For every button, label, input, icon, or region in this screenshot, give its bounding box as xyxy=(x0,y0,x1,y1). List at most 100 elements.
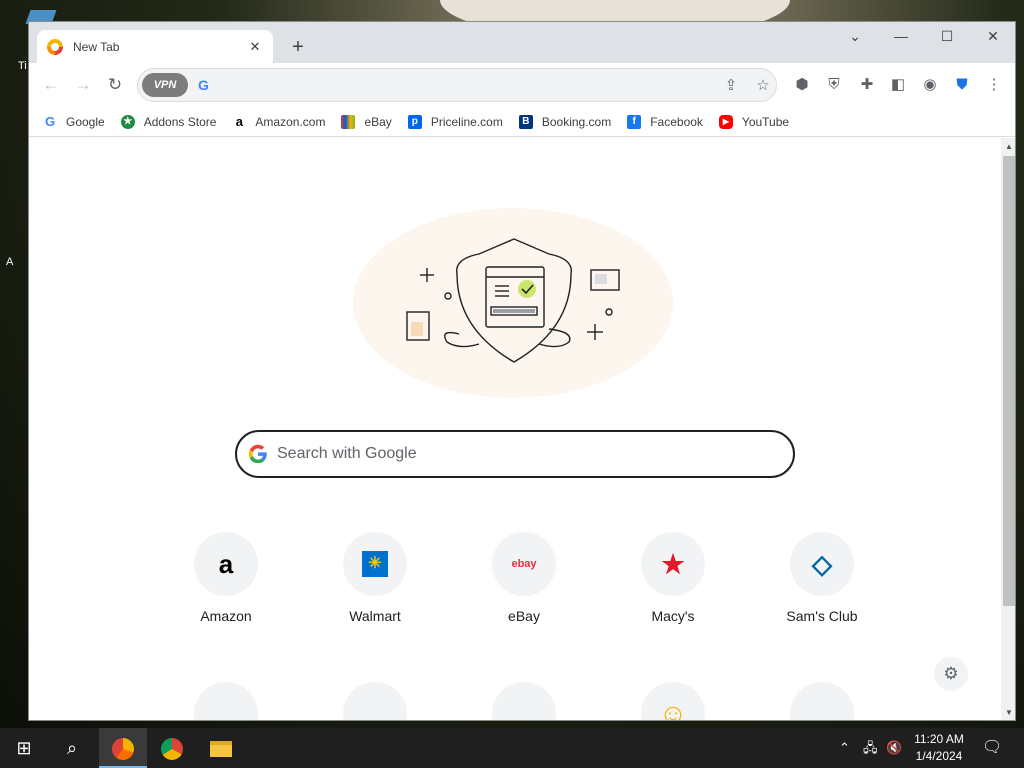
shield-illustration-icon xyxy=(406,238,620,363)
shortcut-gear-app-icon[interactable] xyxy=(194,682,258,720)
bookmark-amazon[interactable]: a Amazon.com xyxy=(232,114,326,129)
network-icon[interactable]: 🖧 xyxy=(863,728,878,768)
sams-club-diamond-icon: ◇ xyxy=(790,532,854,596)
shortcut-sams-club[interactable]: ◇ Sam's Club xyxy=(766,532,878,644)
desktop-partial-label: Ti xyxy=(18,60,27,72)
chrome-logo-icon xyxy=(161,738,183,761)
bookmarks-bar: G Google ★ Addons Store a Amazon.com eBa… xyxy=(29,107,1015,137)
bookmark-label: Priceline.com xyxy=(430,114,503,129)
macys-star-icon: ★ xyxy=(641,532,705,596)
bookmark-label: Google xyxy=(66,114,105,129)
folder-icon xyxy=(210,741,232,758)
forward-button[interactable]: → xyxy=(71,73,95,97)
scroll-thumb[interactable] xyxy=(1003,156,1015,606)
bookmark-label: Booking.com xyxy=(541,114,612,129)
address-bar[interactable]: VPN G ⇪ ☆ xyxy=(137,68,777,102)
volume-muted-icon[interactable]: 🔇 xyxy=(886,728,902,768)
shortcut-label: eBay xyxy=(508,608,540,624)
vpn-toggle[interactable]: VPN xyxy=(142,73,188,97)
browser-window: New Tab ✕ + ⌄ — ☐ ✕ ← → ↻ VPN G ⇪ ☆ ⬢ ⛨ … xyxy=(28,21,1016,721)
bookmark-google[interactable]: G Google xyxy=(43,113,105,129)
shortcut-label: Sam's Club xyxy=(786,608,858,624)
browser-logo-icon xyxy=(112,738,134,761)
share-icon[interactable]: ⇪ xyxy=(720,75,742,97)
shortcut-label: Walmart xyxy=(349,608,401,624)
taskbar-file-explorer-icon[interactable] xyxy=(197,728,245,768)
shortcut-walmart[interactable]: ✳ Walmart xyxy=(319,532,431,644)
walmart-tile-circle: ✳ xyxy=(343,532,407,596)
page-scrollbar[interactable]: ▲ ▼ xyxy=(1001,138,1015,720)
maximize-button[interactable]: ☐ xyxy=(924,22,970,50)
bookmark-star-icon[interactable]: ☆ xyxy=(752,75,774,97)
security-shield-check-icon[interactable]: ⛊ xyxy=(951,74,973,96)
tab-search-chevron-icon[interactable]: ⌄ xyxy=(832,22,878,50)
desktop-partial-label-2: A xyxy=(6,256,14,268)
bookmark-youtube[interactable]: ▶ YouTube xyxy=(718,114,790,129)
shortcut-label: Macy's xyxy=(651,608,695,624)
start-windows-icon[interactable]: ⊞ xyxy=(0,728,48,768)
ebay-bag-icon xyxy=(341,114,356,129)
bookmark-addons-store[interactable]: ★ Addons Store xyxy=(120,114,217,129)
back-button[interactable]: ← xyxy=(39,73,63,97)
bookmark-facebook[interactable]: f Facebook xyxy=(627,114,703,129)
google-g-icon: G xyxy=(43,113,57,129)
extension-privacy-icon[interactable]: ⛨ xyxy=(823,74,845,96)
addons-store-icon: ★ xyxy=(120,114,135,129)
bookmark-ebay[interactable]: eBay xyxy=(341,114,392,129)
browser-logo-icon xyxy=(47,38,63,55)
shortcut-mask-app-icon[interactable] xyxy=(343,682,407,720)
booking-b-icon: B xyxy=(518,114,533,129)
google-search-box[interactable]: Search with Google xyxy=(235,430,795,478)
bookmark-priceline[interactable]: p Priceline.com xyxy=(407,114,503,129)
taskbar-browser-app-icon[interactable] xyxy=(99,728,147,768)
shortcut-macys[interactable]: ★ Macy's xyxy=(617,532,729,644)
google-g-icon: G xyxy=(198,77,209,93)
shortcut-label: Amazon xyxy=(200,608,252,624)
priceline-p-icon: p xyxy=(407,114,422,129)
bookmark-label: eBay xyxy=(364,114,392,129)
facebook-f-icon: f xyxy=(627,114,642,129)
profile-avatar-icon[interactable]: ◉ xyxy=(919,74,941,96)
customize-settings-gear-icon[interactable]: ⚙ xyxy=(934,657,968,691)
browser-toolbar: ← → ↻ VPN G ⇪ ☆ ⬢ ⛨ ✚ ◧ ◉ ⛊ ⋮ xyxy=(29,63,1015,107)
walmart-spark-icon: ✳ xyxy=(362,551,388,577)
bookmark-label: YouTube xyxy=(741,114,790,129)
shortcut-ebay[interactable]: ebay eBay xyxy=(468,532,580,644)
side-panel-icon[interactable]: ◧ xyxy=(887,74,909,96)
amazon-a-icon: a xyxy=(232,114,247,129)
close-window-button[interactable]: ✕ xyxy=(970,22,1015,50)
extension-shield-icon[interactable]: ⬢ xyxy=(791,74,813,96)
reload-button[interactable]: ↻ xyxy=(103,73,127,97)
extensions-puzzle-icon[interactable]: ✚ xyxy=(856,74,878,96)
taskbar-clock[interactable]: 11:20 AM 1/4/2024 xyxy=(906,731,972,765)
bookmark-booking[interactable]: B Booking.com xyxy=(518,114,612,129)
minimize-button[interactable]: — xyxy=(878,22,924,50)
shortcut-computer-app-icon[interactable] xyxy=(492,682,556,720)
new-tab-button[interactable]: + xyxy=(285,34,311,60)
bookmark-label: Facebook xyxy=(650,114,703,129)
menu-kebab-icon[interactable]: ⋮ xyxy=(983,74,1005,96)
amazon-logo-icon: a xyxy=(194,532,258,596)
taskbar: ⊞ ⌕ ⌃ 🖧 🔇 11:20 AM 1/4/2024 🗨 xyxy=(0,728,1024,768)
tray-chevron-up-icon[interactable]: ⌃ xyxy=(839,728,850,768)
close-tab-icon[interactable]: ✕ xyxy=(247,39,263,55)
clock-date: 1/4/2024 xyxy=(915,749,963,763)
shortcut-smiley-icon[interactable]: ☺ xyxy=(641,682,705,720)
shortcut-ph-app-icon[interactable] xyxy=(790,682,854,720)
scroll-down-arrow-icon[interactable]: ▼ xyxy=(1004,708,1014,717)
bookmark-label: Addons Store xyxy=(143,114,217,129)
tab-new-tab[interactable]: New Tab ✕ xyxy=(37,30,273,63)
taskbar-chrome-icon[interactable] xyxy=(148,728,196,768)
youtube-play-icon: ▶ xyxy=(718,114,733,129)
bookmark-label: Amazon.com xyxy=(255,114,326,129)
notifications-icon[interactable]: 🗨 xyxy=(982,728,1002,768)
tab-title: New Tab xyxy=(73,39,120,54)
search-icon[interactable]: ⌕ xyxy=(48,728,96,768)
new-tab-page: Search with Google a Amazon ✳ Walmart eb… xyxy=(29,138,1001,720)
ebay-logo-icon: ebay xyxy=(492,532,556,596)
title-bar: New Tab ✕ + ⌄ — ☐ ✕ xyxy=(29,22,1015,63)
scroll-up-arrow-icon[interactable]: ▲ xyxy=(1004,142,1014,151)
shortcut-amazon[interactable]: a Amazon xyxy=(170,532,282,644)
clock-time: 11:20 AM xyxy=(914,732,964,746)
google-g-icon xyxy=(248,444,267,464)
